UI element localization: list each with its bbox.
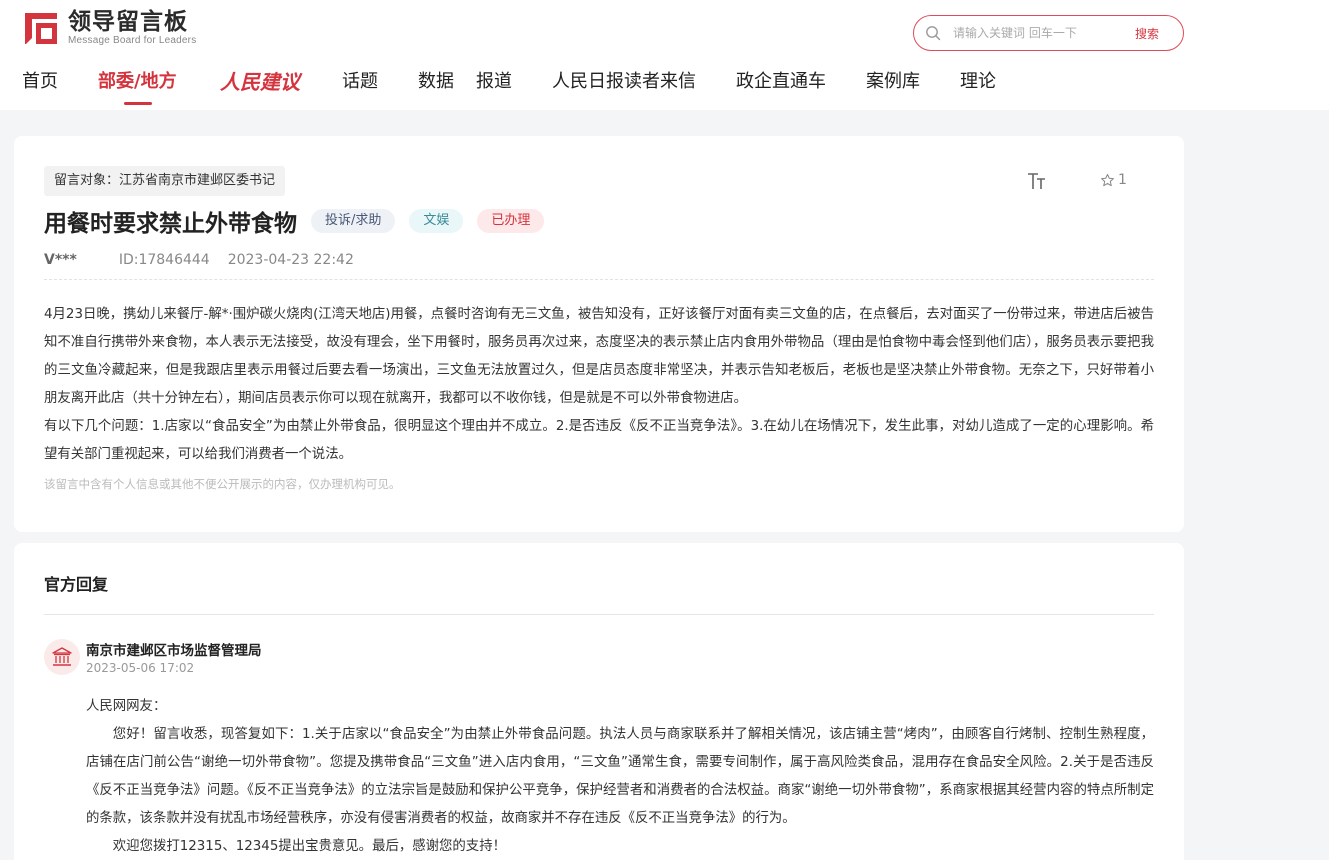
message-id: ID:17846444 xyxy=(118,252,210,268)
reply-greeting: 人民网网友： xyxy=(86,699,167,714)
government-building-icon xyxy=(52,647,72,666)
nav-item-data[interactable]: 数据 xyxy=(418,62,476,102)
type-tag: 投诉/求助 xyxy=(311,209,396,233)
logo-icon xyxy=(25,13,57,44)
nav-item-topics[interactable]: 话题 xyxy=(342,62,418,102)
message-paragraph: 有以下几个问题：1.店家以“食品安全”为由禁止外带食品，很明显这个理由并不成立。… xyxy=(44,419,1154,462)
divider xyxy=(44,279,1154,280)
nav-item-home[interactable]: 首页 xyxy=(22,62,98,102)
avatar xyxy=(44,639,80,675)
search-input[interactable] xyxy=(953,26,1131,40)
message-card: 留言对象：江苏省南京市建邺区委书记 1 用餐时要求禁止外带食物 投诉/求助 文娱… xyxy=(14,136,1184,532)
title-row: 用餐时要求禁止外带食物 投诉/求助 文娱 已办理 xyxy=(44,204,558,238)
field-tag: 文娱 xyxy=(409,209,464,233)
message-target: 留言对象：江苏省南京市建邺区委书记 xyxy=(44,166,286,196)
reply-time: 2023-05-06 17:02 xyxy=(86,661,195,675)
favorite-count: 1 xyxy=(1118,172,1127,188)
message-time: 2023-04-23 22:42 xyxy=(227,252,354,268)
nav-item-people-suggestions[interactable]: 人民建议 xyxy=(220,62,342,102)
search-box: 搜索 xyxy=(913,15,1184,51)
font-size-icon[interactable] xyxy=(1026,170,1048,192)
reply-card: 官方回复 南京市建邺区市场监督管理局 2023-05-06 17:02 人民网网… xyxy=(14,543,1184,860)
main-nav: 首页 部委/地方 人民建议 话题 数据 报道 人民日报读者来信 政企直通车 案例… xyxy=(22,62,1010,106)
nav-item-theory[interactable]: 理论 xyxy=(960,62,1010,102)
message-content: 4月23日晚，携幼儿来餐厅-解*·围炉碳火烧肉(江湾天地店)用餐，点餐时咨询有无… xyxy=(44,301,1154,469)
privacy-notice: 该留言中含有个人信息或其他不便公开展示的内容，仅办理机构可见。 xyxy=(44,477,401,491)
search-icon xyxy=(926,26,941,41)
nav-item-ministries[interactable]: 部委/地方 xyxy=(98,62,220,105)
reply-paragraph: 您好！留言收悉，现答复如下：1.关于店家以“食品安全”为由禁止外带食品问题。执法… xyxy=(86,727,1154,826)
reply-heading: 官方回复 xyxy=(44,575,109,594)
reply-org-name: 南京市建邺区市场监督管理局 xyxy=(86,643,262,659)
nav-item-gov-enterprise[interactable]: 政企直通车 xyxy=(736,62,866,102)
site-header: 领导留言板 Message Board for Leaders 搜索 首页 部委… xyxy=(0,0,1329,110)
message-paragraph: 4月23日晚，携幼儿来餐厅-解*·围炉碳火烧肉(江湾天地店)用餐，点餐时咨询有无… xyxy=(44,307,1154,406)
divider xyxy=(44,614,1154,615)
reply-paragraph: 欢迎您拨打12315、12345提出宝贵意见。最后，感谢您的支持！ xyxy=(112,839,506,854)
message-meta: V*** ID:17846444 2023-04-23 22:42 xyxy=(44,252,372,268)
logo-title: 领导留言板 xyxy=(68,9,188,35)
reply-content: 人民网网友： 您好！留言收悉，现答复如下：1.关于店家以“食品安全”为由禁止外带… xyxy=(86,693,1154,860)
search-button[interactable]: 搜索 xyxy=(1135,25,1159,42)
status-badge: 已办理 xyxy=(477,209,545,233)
nav-item-readers-letters[interactable]: 人民日报读者来信 xyxy=(552,62,736,102)
nav-item-reports[interactable]: 报道 xyxy=(476,62,552,102)
message-author: V*** xyxy=(44,252,77,268)
message-title: 用餐时要求禁止外带食物 xyxy=(44,211,297,237)
nav-item-case-library[interactable]: 案例库 xyxy=(866,62,960,102)
site-logo[interactable]: 领导留言板 Message Board for Leaders xyxy=(22,8,196,48)
logo-subtitle: Message Board for Leaders xyxy=(68,35,197,46)
favorite-button[interactable]: 1 xyxy=(1100,172,1127,188)
star-icon xyxy=(1101,173,1114,186)
